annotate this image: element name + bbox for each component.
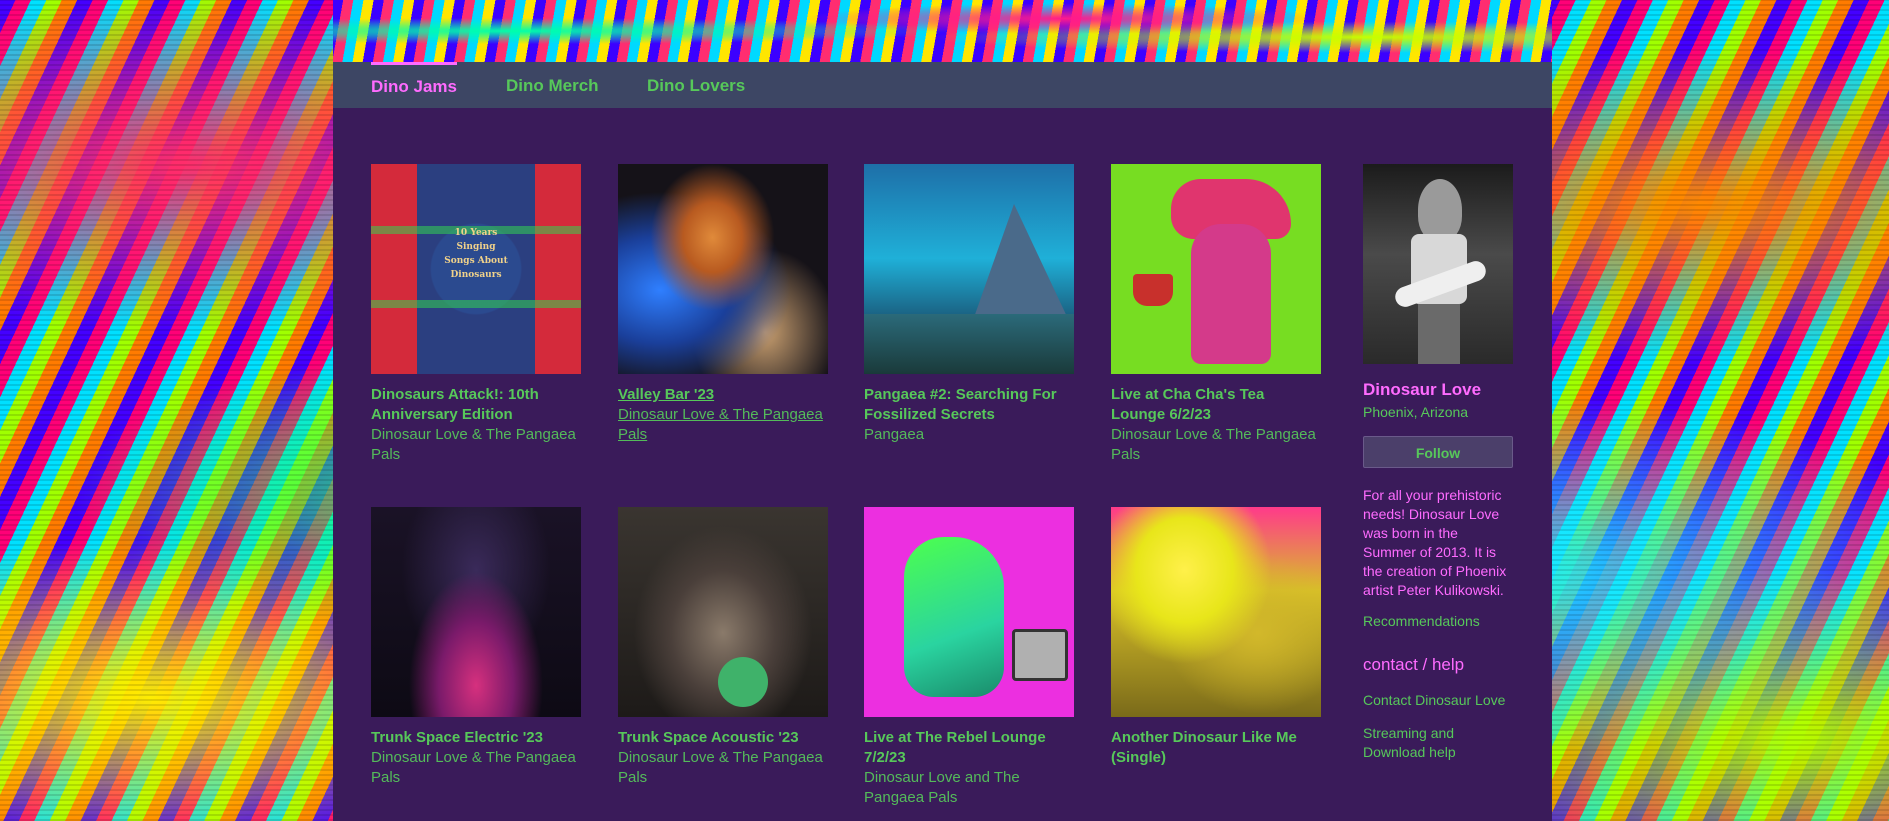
- release-tile[interactable]: Trunk Space Electric '23 Dinosaur Love &…: [371, 507, 581, 788]
- release-title[interactable]: Another Dinosaur Like Me (Single): [1111, 728, 1321, 768]
- release-title[interactable]: Live at The Rebel Lounge 7/2/23: [864, 728, 1074, 768]
- band-navigation: Dino Jams Dino Merch Dino Lovers: [333, 62, 1552, 108]
- band-bio: For all your prehistoric needs! Dinosaur…: [1363, 487, 1507, 598]
- release-tile[interactable]: Pangaea #2: Searching For Fossilized Sec…: [864, 164, 1074, 445]
- release-tile[interactable]: 10 Years Singing Songs About Dinosaurs D…: [371, 164, 581, 465]
- streaming-help-link[interactable]: Streaming and Download help: [1363, 724, 1513, 762]
- release-artist[interactable]: Dinosaur Love & The Pangaea Pals: [371, 748, 581, 788]
- release-artist[interactable]: Dinosaur Love & The Pangaea Pals: [618, 405, 828, 445]
- band-photo[interactable]: [1363, 164, 1513, 364]
- release-artist[interactable]: Dinosaur Love and The Pangaea Pals: [864, 768, 1074, 808]
- release-tile[interactable]: Live at The Rebel Lounge 7/2/23 Dinosaur…: [864, 507, 1074, 808]
- album-cover[interactable]: [864, 164, 1074, 374]
- release-tile[interactable]: Valley Bar '23 Dinosaur Love & The Panga…: [618, 164, 828, 445]
- release-tile[interactable]: Live at Cha Cha's Tea Lounge 6/2/23 Dino…: [1111, 164, 1321, 465]
- release-title[interactable]: Valley Bar '23: [618, 385, 828, 405]
- contact-help-heading: contact / help: [1363, 655, 1465, 674]
- release-title[interactable]: Trunk Space Electric '23: [371, 728, 581, 748]
- album-cover[interactable]: 10 Years Singing Songs About Dinosaurs: [371, 164, 581, 374]
- release-title[interactable]: Dinosaurs Attack!: 10th Anniversary Edit…: [371, 385, 581, 425]
- album-cover[interactable]: [1111, 507, 1321, 717]
- recommendations-link[interactable]: Recommendations: [1363, 612, 1513, 631]
- release-artist[interactable]: Dinosaur Love & The Pangaea Pals: [371, 425, 581, 465]
- band-name: Dinosaur Love: [1363, 380, 1482, 399]
- page-container: Dino Jams Dino Merch Dino Lovers 10 Year…: [333, 0, 1552, 821]
- follow-button[interactable]: Follow: [1363, 436, 1513, 468]
- release-artist[interactable]: Pangaea: [864, 425, 1074, 445]
- header-banner: [333, 0, 1552, 62]
- tab-dino-lovers[interactable]: Dino Lovers: [647, 62, 745, 108]
- release-tile[interactable]: Trunk Space Acoustic '23 Dinosaur Love &…: [618, 507, 828, 788]
- contact-link[interactable]: Contact Dinosaur Love: [1363, 691, 1513, 710]
- tab-dino-merch[interactable]: Dino Merch: [506, 62, 599, 108]
- release-title[interactable]: Live at Cha Cha's Tea Lounge 6/2/23: [1111, 385, 1321, 425]
- tab-dino-jams[interactable]: Dino Jams: [371, 62, 457, 111]
- album-cover[interactable]: [618, 507, 828, 717]
- release-title[interactable]: Pangaea #2: Searching For Fossilized Sec…: [864, 385, 1074, 425]
- band-location: Phoenix, Arizona: [1363, 404, 1469, 420]
- release-tile[interactable]: Another Dinosaur Like Me (Single): [1111, 507, 1321, 768]
- album-cover[interactable]: [1111, 164, 1321, 374]
- album-cover[interactable]: [864, 507, 1074, 717]
- album-cover[interactable]: [371, 507, 581, 717]
- cover-text: 10 Years Singing Songs About Dinosaurs: [444, 228, 508, 280]
- album-cover[interactable]: [618, 164, 828, 374]
- release-artist[interactable]: Dinosaur Love & The Pangaea Pals: [1111, 425, 1321, 465]
- release-title[interactable]: Trunk Space Acoustic '23: [618, 728, 828, 748]
- release-artist[interactable]: Dinosaur Love & The Pangaea Pals: [618, 748, 828, 788]
- band-sidebar: Dinosaur Love Phoenix, Arizona Follow Fo…: [1363, 164, 1513, 762]
